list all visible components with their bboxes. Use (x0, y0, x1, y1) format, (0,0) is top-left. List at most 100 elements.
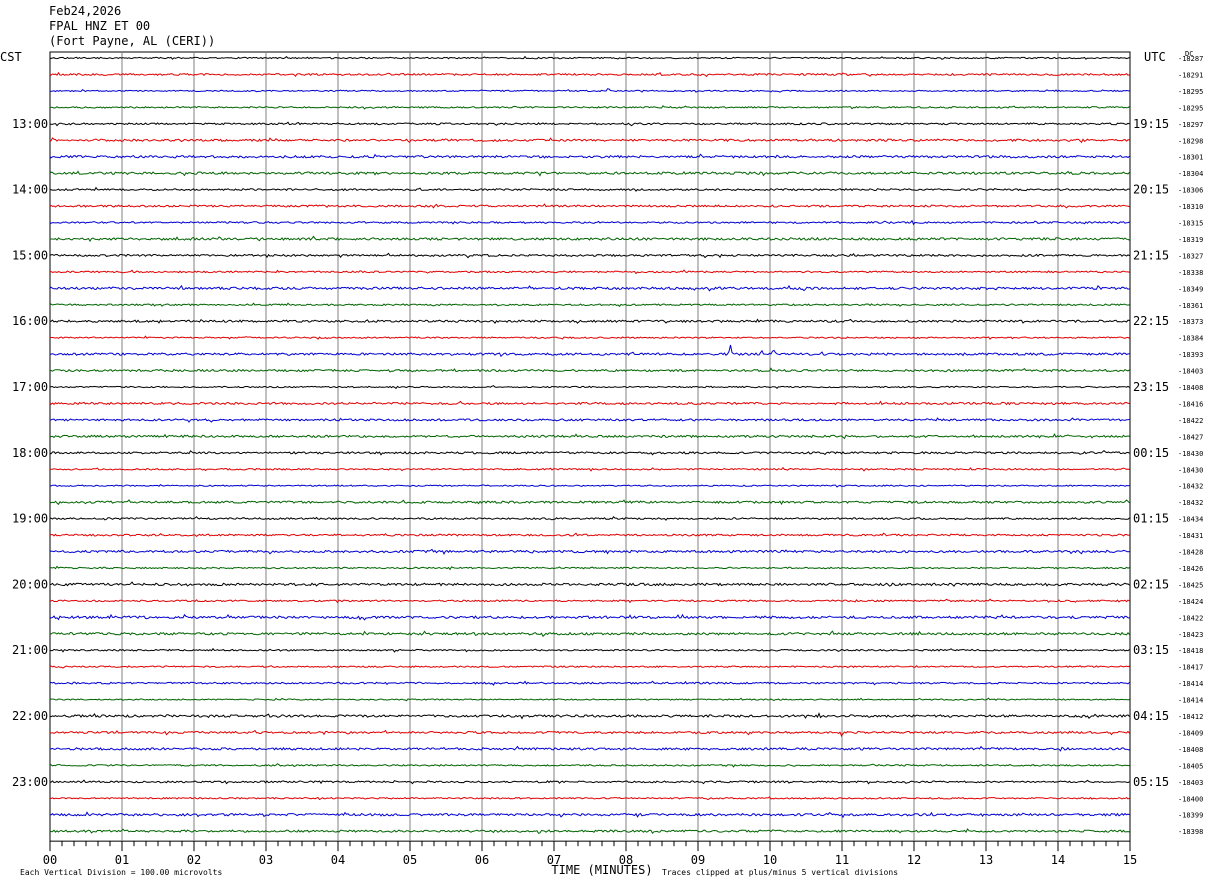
x-tick-label: 13 (979, 853, 993, 867)
seismic-trace (49, 483, 1130, 488)
seismic-trace (49, 499, 1130, 506)
seismic-trace (49, 763, 1130, 768)
plot-frame (49, 51, 1131, 842)
right-hour-label: 01:15 (1133, 512, 1169, 526)
right-hour-label: 03:15 (1133, 643, 1169, 657)
seismic-trace (49, 269, 1130, 275)
dc-offset-label: -18291 (1178, 71, 1203, 79)
dc-offset-label: -18424 (1178, 598, 1203, 606)
seismic-trace (50, 105, 1130, 110)
seismic-trace (49, 417, 1130, 423)
seismic-trace (49, 613, 1130, 621)
seismic-trace (49, 697, 1130, 702)
left-hour-label: 22:00 (12, 709, 48, 723)
left-hour-label: 21:00 (12, 643, 48, 657)
right-hour-label: 23:15 (1133, 380, 1169, 394)
seismic-trace (49, 581, 1130, 587)
dc-offset-label: -18349 (1178, 285, 1203, 293)
right-hour-label: 22:15 (1133, 314, 1169, 328)
x-tick-label: 03 (259, 853, 273, 867)
seismic-trace (49, 647, 1130, 653)
right-hour-label: 04:15 (1133, 709, 1169, 723)
seismic-trace (50, 466, 1130, 472)
seismic-trace (49, 598, 1130, 604)
seismic-trace (49, 153, 1130, 159)
seismic-trace (49, 433, 1130, 440)
seismic-trace (49, 385, 1130, 390)
dc-offset-label: -18398 (1178, 828, 1203, 836)
footer-scale-note: Each Vertical Division = 100.00 microvol… (20, 868, 222, 877)
left-hour-label: 14:00 (12, 183, 48, 197)
grid (49, 51, 1131, 852)
left-hour-label: 20:00 (12, 577, 48, 591)
x-tick-label: 14 (1051, 853, 1065, 867)
seismic-trace (49, 565, 1130, 571)
dc-offset-label: -18399 (1178, 812, 1203, 820)
left-hour-label: 18:00 (12, 446, 48, 460)
x-tick-label: 09 (691, 853, 705, 867)
dc-offset-label: -18417 (1178, 664, 1203, 672)
helicorder-chart: CST UTC DC TIME (MINUTES) Each Vertical … (0, 50, 1203, 877)
dc-offset-label: -18425 (1178, 581, 1203, 589)
right-hour-label: 05:15 (1133, 775, 1169, 789)
x-tick-label: 05 (403, 853, 417, 867)
dc-offset-label: -18416 (1178, 400, 1203, 408)
dc-offset-label: -18408 (1178, 746, 1203, 754)
dc-offset-label: -18373 (1178, 318, 1203, 326)
dc-offset-label: -18393 (1178, 351, 1203, 359)
dc-offset-label: -18422 (1178, 614, 1203, 622)
x-axis-title: TIME (MINUTES) (551, 863, 652, 877)
dc-offset-label: -18418 (1178, 647, 1203, 655)
footer-clip-note: Traces clipped at plus/minus 5 vertical … (662, 868, 898, 877)
dc-offset-label: -18434 (1178, 516, 1203, 524)
right-hour-label: 20:15 (1133, 183, 1169, 197)
dc-offset-label: -18403 (1178, 368, 1203, 376)
dc-offset-label: -18408 (1178, 384, 1203, 392)
dc-offset-label: -18304 (1178, 170, 1203, 178)
dc-offset-label: -18295 (1178, 88, 1203, 96)
seismic-trace (49, 318, 1130, 325)
dc-offset-label: -18432 (1178, 483, 1203, 491)
x-tick-label: 08 (619, 853, 633, 867)
seismic-trace (49, 664, 1130, 669)
right-hour-label: 02:15 (1133, 577, 1169, 591)
dc-offset-label: -18403 (1178, 779, 1203, 787)
seismic-trace (49, 284, 1130, 292)
seismic-trace (49, 680, 1130, 686)
dc-offset-label: -18287 (1178, 55, 1203, 63)
dc-offset-label: -18310 (1178, 203, 1203, 211)
dc-offset-label: -18297 (1178, 121, 1203, 129)
seismic-trace (49, 400, 1130, 406)
x-tick-label: 11 (835, 853, 849, 867)
dc-offset-label: -18315 (1178, 220, 1203, 228)
seismic-trace (49, 367, 1130, 373)
dc-offset-label: -18423 (1178, 631, 1203, 639)
left-hour-label: 13:00 (12, 117, 48, 131)
dc-offset-label: -18384 (1178, 335, 1203, 343)
dc-offset-label: -18426 (1178, 565, 1203, 573)
x-tick-label: 10 (763, 853, 777, 867)
x-tick-label: 02 (187, 853, 201, 867)
x-tick-label: 07 (547, 853, 561, 867)
dc-offset-label: -18400 (1178, 795, 1203, 803)
dc-offset-label: -18306 (1178, 187, 1203, 195)
seismic-trace (49, 235, 1130, 242)
left-hour-label: 23:00 (12, 775, 48, 789)
right-hour-label: 21:15 (1133, 248, 1169, 262)
dc-offset-label: -18430 (1178, 466, 1203, 474)
seismic-trace (49, 252, 1130, 259)
dc-offset-label: -18361 (1178, 302, 1203, 310)
seismic-trace (49, 344, 1130, 358)
left-hour-label: 16:00 (12, 314, 48, 328)
seismic-trace (49, 170, 1130, 177)
dc-offset-label: -18295 (1178, 104, 1203, 112)
seismic-trace (49, 121, 1130, 127)
traces (49, 55, 1130, 835)
seismic-trace (49, 203, 1130, 209)
left-axis-label: CST (0, 50, 22, 64)
seismic-trace (49, 745, 1130, 752)
dc-offset-label: -18412 (1178, 713, 1203, 721)
dc-offset-label: -18431 (1178, 532, 1203, 540)
dc-offset-label: -18422 (1178, 417, 1203, 425)
seismic-trace (49, 71, 1130, 78)
